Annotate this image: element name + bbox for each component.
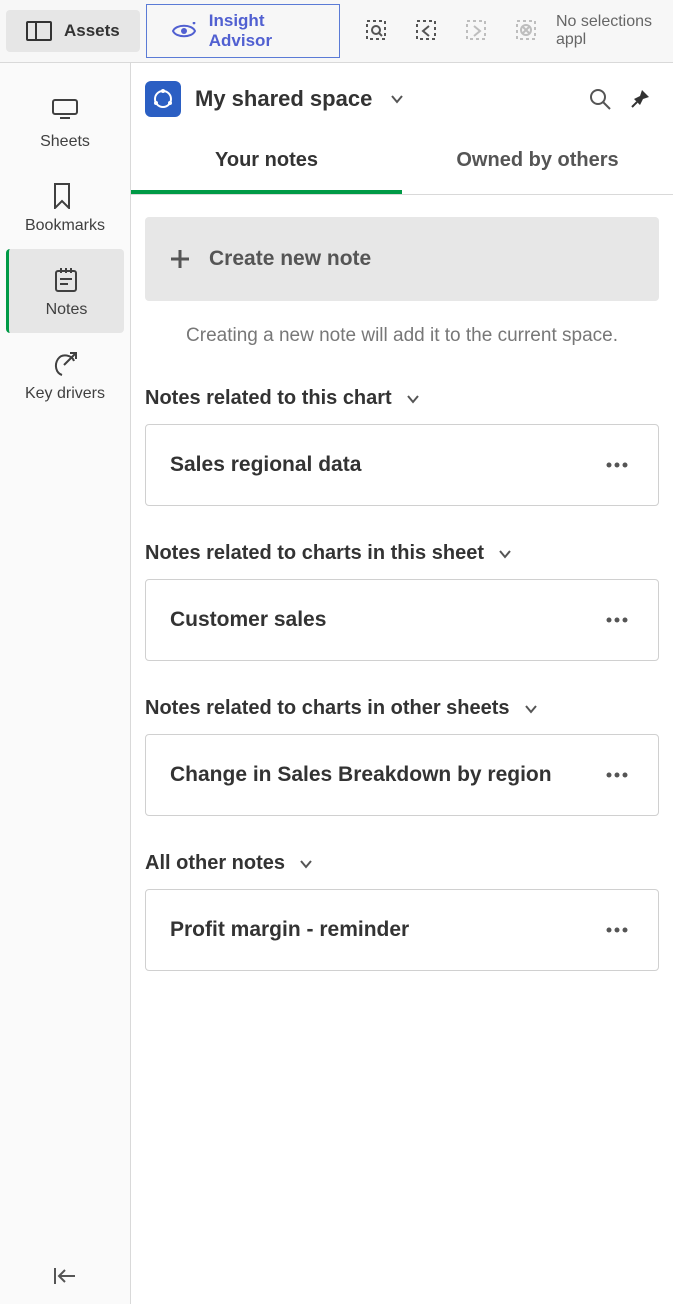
tab-your-notes[interactable]: Your notes (131, 129, 402, 194)
notes-tabs: Your notes Owned by others (131, 129, 673, 195)
panel-icon (26, 21, 52, 41)
tab-label: Your notes (215, 149, 318, 171)
notes-panel: My shared space Your notes Owned by othe… (131, 63, 673, 1304)
sidebar-item-label: Sheets (40, 133, 90, 151)
panel-body: Create new note Creating a new note will… (131, 195, 673, 971)
more-icon (606, 617, 628, 623)
sidebar-item-label: Key drivers (25, 385, 105, 403)
top-toolbar: Assets Insight Advisor No selections app… (0, 0, 673, 63)
smart-search-icon[interactable] (364, 18, 390, 44)
pin-icon (629, 88, 651, 110)
selections-forward-icon (464, 18, 490, 44)
note-card[interactable]: Change in Sales Breakdown by region (145, 734, 659, 816)
eye-icon (171, 22, 197, 40)
section-header-all-other[interactable]: All other notes (145, 844, 659, 889)
sidebar-item-sheets[interactable]: Sheets (0, 81, 130, 165)
chevron-down-icon (498, 549, 512, 559)
section-title: Notes related to charts in other sheets (145, 697, 510, 720)
assets-button[interactable]: Assets (6, 10, 140, 52)
note-title: Change in Sales Breakdown by region (170, 763, 552, 787)
more-icon (606, 462, 628, 468)
sheets-icon (52, 99, 78, 125)
sidebar-item-label: Bookmarks (25, 217, 105, 235)
bookmark-icon (52, 183, 78, 209)
section-header-related-other-sheets[interactable]: Notes related to charts in other sheets (145, 689, 659, 734)
pin-button[interactable] (627, 86, 653, 112)
create-note-help-text: Creating a new note will add it to the c… (145, 301, 659, 379)
plus-icon (169, 248, 191, 270)
more-icon (606, 772, 628, 778)
note-title: Sales regional data (170, 453, 361, 477)
clear-selections-icon (514, 18, 540, 44)
chevron-down-icon (299, 859, 313, 869)
panel-header: My shared space (131, 63, 673, 129)
left-sidebar: Sheets Bookmarks Notes Key drivers (0, 63, 131, 1304)
create-note-button[interactable]: Create new note (145, 217, 659, 301)
section-title: All other notes (145, 852, 285, 875)
key-drivers-icon (52, 351, 78, 377)
insight-label: Insight Advisor (209, 11, 315, 51)
search-button[interactable] (587, 86, 613, 112)
tab-label: Owned by others (456, 149, 618, 171)
space-badge-icon (145, 81, 181, 117)
collapse-icon (53, 1266, 77, 1286)
note-card[interactable]: Profit margin - reminder (145, 889, 659, 971)
selections-status-text: No selections appl (556, 13, 673, 49)
section-header-related-sheet[interactable]: Notes related to charts in this sheet (145, 534, 659, 579)
insight-advisor-button[interactable]: Insight Advisor (146, 4, 340, 58)
note-title: Customer sales (170, 608, 326, 632)
space-title: My shared space (195, 86, 372, 112)
section-title: Notes related to charts in this sheet (145, 542, 484, 565)
selection-toolbar (364, 0, 540, 62)
sidebar-item-label: Notes (46, 301, 88, 319)
assets-label: Assets (64, 21, 120, 41)
notes-icon (54, 267, 80, 293)
collapse-sidebar-button[interactable] (35, 1248, 95, 1304)
tab-owned-by-others[interactable]: Owned by others (402, 129, 673, 194)
create-note-label: Create new note (209, 247, 371, 271)
sidebar-item-key-drivers[interactable]: Key drivers (0, 333, 130, 417)
note-more-button[interactable] (600, 611, 634, 629)
section-title: Notes related to this chart (145, 387, 392, 410)
sidebar-item-bookmarks[interactable]: Bookmarks (0, 165, 130, 249)
chevron-down-icon (406, 394, 420, 404)
section-header-related-chart[interactable]: Notes related to this chart (145, 379, 659, 424)
space-dropdown-button[interactable] (386, 90, 408, 108)
more-icon (606, 927, 628, 933)
note-title: Profit margin - reminder (170, 918, 409, 942)
sidebar-item-notes[interactable]: Notes (6, 249, 124, 333)
note-card[interactable]: Sales regional data (145, 424, 659, 506)
note-more-button[interactable] (600, 766, 634, 784)
main-layout: Sheets Bookmarks Notes Key drivers (0, 63, 673, 1304)
note-more-button[interactable] (600, 921, 634, 939)
selections-back-icon[interactable] (414, 18, 440, 44)
chevron-down-icon (390, 94, 404, 104)
search-icon (588, 87, 612, 111)
note-more-button[interactable] (600, 456, 634, 474)
note-card[interactable]: Customer sales (145, 579, 659, 661)
chevron-down-icon (524, 704, 538, 714)
